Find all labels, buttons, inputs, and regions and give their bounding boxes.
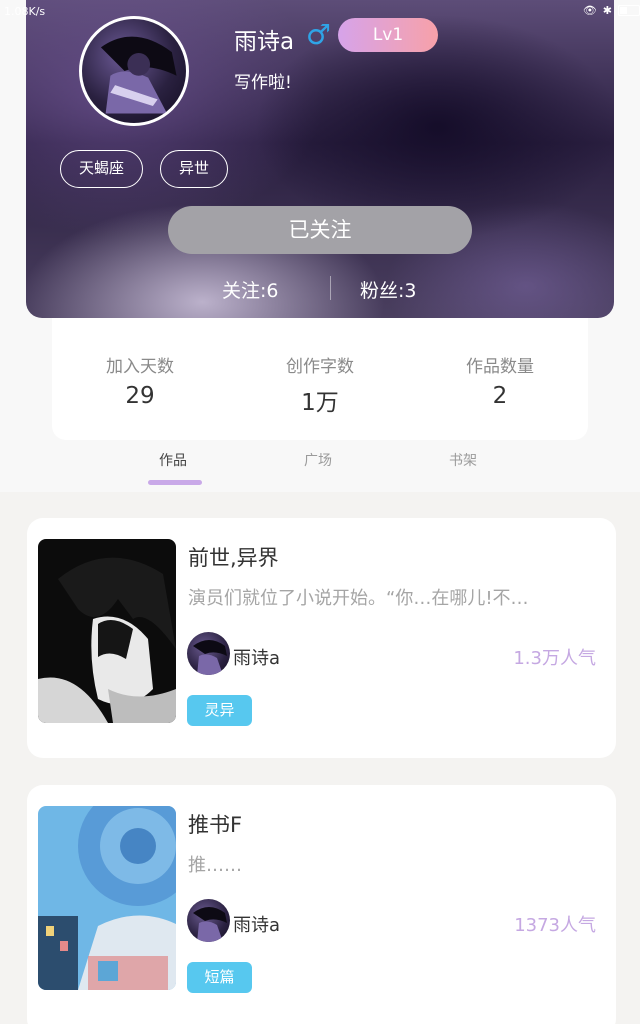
popularity-count: 1373人气 (514, 915, 596, 936)
work-title: 前世,异界 (188, 546, 279, 570)
stat-join-days: 加入天数 29 (70, 352, 210, 409)
tag-genre[interactable]: 异世 (160, 150, 228, 188)
popularity-count: 1.3万人气 (513, 648, 596, 669)
stat-label: 创作字数 (286, 357, 354, 377)
work-excerpt: 推…… (188, 855, 242, 876)
following-count[interactable]: 关注:6 (222, 276, 279, 303)
work-excerpt: 演员们就位了小说开始。“你…在哪儿!不… (188, 588, 529, 609)
stat-value: 2 (492, 383, 508, 409)
author-avatar[interactable] (187, 632, 230, 675)
stat-label: 加入天数 (106, 357, 174, 377)
stats-card: 加入天数 29 创作字数 1万 作品数量 2 (52, 318, 588, 440)
tab-bookshelf[interactable]: 书架 (449, 450, 477, 470)
eye-icon: 👁 (582, 4, 597, 17)
status-icons: 👁 ✱ (583, 4, 640, 17)
author-avatar[interactable] (187, 899, 230, 942)
work-title: 推书F (188, 813, 243, 837)
status-bar: 1.08K/s 👁 ✱ (0, 0, 640, 26)
bluetooth-icon: ✱ (602, 4, 612, 17)
category-badge[interactable]: 短篇 (187, 962, 252, 993)
work-cover-image[interactable] (38, 539, 176, 723)
stat-divider (330, 276, 331, 300)
tag-constellation[interactable]: 天蝎座 (60, 150, 143, 188)
tab-square[interactable]: 广场 (304, 450, 332, 470)
work-card[interactable]: 前世,异界 演员们就位了小说开始。“你…在哪儿!不… 雨诗a 1.3万人气 灵异 (27, 518, 616, 758)
followers-count[interactable]: 粉丝:3 (360, 276, 417, 303)
active-tab-indicator (148, 480, 202, 485)
stat-word-count: 创作字数 1万 (250, 352, 390, 417)
profile-header: 雨诗a ♂ Lv1 写作啦! 天蝎座 异世 已关注 关注:6 粉丝:3 (26, 0, 614, 318)
tab-works[interactable]: 作品 (159, 450, 187, 470)
work-card[interactable]: 推书F 推…… 雨诗a 1373人气 短篇 (27, 785, 616, 1024)
author-name[interactable]: 雨诗a (233, 644, 280, 670)
battery-icon (618, 5, 640, 16)
username: 雨诗a (234, 29, 295, 55)
work-cover-image[interactable] (38, 806, 176, 990)
stat-value: 1万 (301, 390, 339, 416)
stat-label: 作品数量 (466, 357, 534, 377)
network-speed: 1.08K/s (4, 5, 46, 18)
category-badge[interactable]: 灵异 (187, 695, 252, 726)
profile-avatar[interactable] (79, 16, 189, 126)
author-name[interactable]: 雨诗a (233, 911, 280, 937)
stat-value: 29 (125, 383, 155, 409)
stat-work-count: 作品数量 2 (430, 352, 570, 409)
signature: 写作啦! (234, 73, 292, 93)
follow-button[interactable]: 已关注 (168, 206, 472, 254)
